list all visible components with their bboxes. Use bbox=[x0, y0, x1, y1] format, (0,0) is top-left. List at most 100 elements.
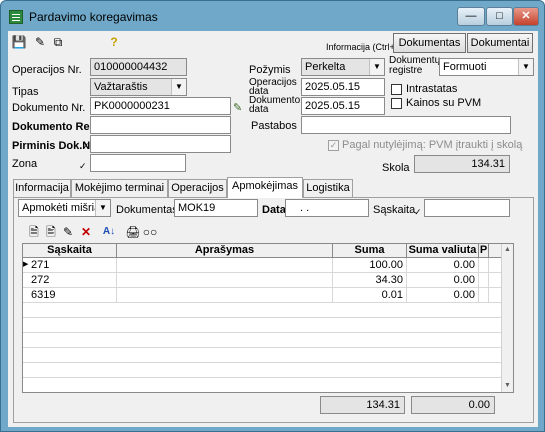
first-doc-field[interactable] bbox=[90, 135, 231, 153]
check-mark-icon: ✓ bbox=[82, 141, 90, 151]
vat-note-label: Pagal nutylėjimą: PVM įtraukti į skolą bbox=[342, 139, 523, 151]
document-button[interactable]: Dokumentas bbox=[393, 33, 466, 53]
registry-select[interactable]: Formuoti ▼ bbox=[439, 58, 534, 76]
feature-label: Požymis bbox=[249, 64, 291, 76]
registry-label: Dokumentų registre bbox=[389, 55, 441, 76]
pencil-icon[interactable]: ✎ bbox=[233, 101, 242, 114]
operation-nr-field: 010000004432 bbox=[90, 58, 187, 76]
prices-vat-label: Kainos su PVM bbox=[406, 97, 482, 109]
tab-operacijos[interactable]: Operacijos bbox=[168, 179, 227, 197]
payment-mode-value: Apmokėti mišriai bbox=[22, 202, 103, 214]
cell-amount[interactable]: 100.00 bbox=[333, 258, 407, 273]
binoculars-icon[interactable]: ○○ bbox=[142, 224, 158, 240]
app-icon bbox=[9, 10, 23, 24]
zone-field[interactable] bbox=[90, 154, 186, 172]
payment-date-label: Data bbox=[262, 204, 286, 216]
scroll-up-icon[interactable]: ▲ bbox=[502, 244, 513, 256]
table-row[interactable]: 6319 0.01 0.00 bbox=[23, 288, 503, 303]
delete-icon[interactable]: ✕ bbox=[78, 224, 94, 240]
payment-document-label: Dokumentas bbox=[116, 204, 178, 216]
chevron-down-icon: ▼ bbox=[171, 79, 186, 95]
cell-description[interactable] bbox=[117, 273, 333, 288]
total-currency-field: 0.00 bbox=[411, 396, 495, 414]
help-icon[interactable]: ? bbox=[106, 34, 122, 50]
payment-account-field[interactable] bbox=[424, 199, 510, 217]
edit-document-icon[interactable]: 🖹 bbox=[43, 224, 59, 240]
col-amount-currency[interactable]: Suma valiuta bbox=[407, 244, 479, 258]
check-mark-icon: ✓ bbox=[79, 161, 87, 171]
cell-amount[interactable]: 34.30 bbox=[333, 273, 407, 288]
documents-button[interactable]: Dokumentai bbox=[467, 33, 533, 53]
col-amount[interactable]: Suma bbox=[333, 244, 407, 258]
payment-date-field[interactable]: . . bbox=[285, 199, 369, 217]
debt-field: 134.31 bbox=[414, 155, 510, 173]
cell-account[interactable]: 6319 bbox=[23, 288, 117, 303]
cell-amount-currency[interactable]: 0.00 bbox=[407, 288, 479, 303]
grid-header: Sąskaita Aprašymas Suma Suma valiuta P bbox=[23, 244, 503, 258]
print-icon[interactable]: 🖨 bbox=[125, 224, 141, 240]
operation-nr-label: Operacijos Nr. bbox=[12, 64, 82, 76]
type-value: Važtaraštis bbox=[94, 81, 148, 93]
cell-account[interactable]: 272 bbox=[23, 273, 117, 288]
payment-grid[interactable]: Sąskaita Aprašymas Suma Suma valiuta P 2… bbox=[22, 243, 514, 393]
table-row-empty bbox=[23, 348, 503, 363]
type-label: Tipas bbox=[12, 86, 39, 98]
minimize-button[interactable]: — bbox=[457, 7, 485, 26]
doc-nr-field[interactable]: PK0000000231 bbox=[90, 97, 231, 115]
table-row-empty bbox=[23, 318, 503, 333]
zone-label: Zona bbox=[12, 158, 38, 170]
op-date-field[interactable]: 2025.05.15 bbox=[301, 78, 385, 96]
payment-mode-select[interactable]: Apmokėti mišriai ▼ bbox=[18, 199, 111, 217]
cell-p[interactable] bbox=[479, 258, 489, 273]
dialog-body: 💾 ✎ ⧉ ? Informacija (Ctrl+ Dokumentas Do… bbox=[8, 31, 538, 427]
copy-icon[interactable]: ⧉ bbox=[50, 34, 66, 50]
doc-reg-label: Dokumento Reg. bbox=[12, 121, 100, 133]
chevron-down-icon: ▼ bbox=[95, 200, 110, 216]
info-label: Informacija (Ctrl+ bbox=[326, 42, 395, 52]
sort-icon[interactable]: A↓ bbox=[101, 224, 117, 240]
debt-label: Skola bbox=[382, 162, 410, 174]
intrastat-checkbox[interactable] bbox=[391, 84, 402, 95]
edit-record-icon[interactable]: ✎ bbox=[32, 34, 48, 50]
close-button[interactable]: ✕ bbox=[513, 7, 539, 26]
scroll-down-icon[interactable]: ▼ bbox=[502, 380, 513, 392]
prices-vat-checkbox[interactable] bbox=[391, 98, 402, 109]
chevron-down-icon: ▼ bbox=[518, 59, 533, 75]
window: Pardavimo koregavimas — □ ✕ 💾 ✎ ⧉ ? Info… bbox=[0, 0, 545, 432]
feature-value: Perkelta bbox=[305, 61, 346, 73]
total-amount-field: 134.31 bbox=[320, 396, 405, 414]
edit-row-icon[interactable]: ✎ bbox=[60, 224, 76, 240]
maximize-button[interactable]: □ bbox=[486, 7, 513, 26]
save-icon[interactable]: 💾 bbox=[11, 34, 27, 50]
new-document-icon[interactable]: 🗎 bbox=[26, 224, 42, 240]
col-description[interactable]: Aprašymas bbox=[117, 244, 333, 258]
payment-document-field[interactable]: MOK19 bbox=[174, 199, 258, 217]
registry-value: Formuoti bbox=[443, 61, 487, 73]
doc-date-field[interactable]: 2025.05.15 bbox=[301, 97, 385, 115]
cell-amount[interactable]: 0.01 bbox=[333, 288, 407, 303]
chevron-down-icon: ▼ bbox=[369, 59, 384, 75]
col-p[interactable]: P bbox=[479, 244, 489, 258]
doc-date-label: Dokumento data bbox=[249, 95, 301, 115]
doc-reg-field[interactable] bbox=[90, 116, 231, 134]
cell-description[interactable] bbox=[117, 258, 333, 273]
table-row-empty bbox=[23, 333, 503, 348]
feature-select[interactable]: Perkelta ▼ bbox=[301, 58, 385, 76]
col-account[interactable]: Sąskaita bbox=[23, 244, 117, 258]
table-row[interactable]: 271 100.00 0.00 ▶ bbox=[23, 258, 503, 273]
tab-apmokejimas[interactable]: Apmokėjimas bbox=[227, 177, 303, 198]
cell-account[interactable]: 271 bbox=[23, 258, 117, 273]
table-row[interactable]: 272 34.30 0.00 bbox=[23, 273, 503, 288]
grid-scrollbar[interactable]: ▲ ▼ bbox=[501, 244, 513, 392]
cell-p[interactable] bbox=[479, 288, 489, 303]
cell-p[interactable] bbox=[479, 273, 489, 288]
notes-field[interactable] bbox=[301, 116, 511, 134]
tab-informacija[interactable]: Informacija bbox=[13, 179, 71, 197]
tab-logistika[interactable]: Logistika bbox=[303, 179, 353, 197]
cell-amount-currency[interactable]: 0.00 bbox=[407, 273, 479, 288]
cell-description[interactable] bbox=[117, 288, 333, 303]
tab-mokejimo-terminai[interactable]: Mokėjimo terminai bbox=[71, 179, 168, 197]
cell-amount-currency[interactable]: 0.00 bbox=[407, 258, 479, 273]
op-date-label: Operacijos data bbox=[249, 77, 297, 97]
type-select[interactable]: Važtaraštis ▼ bbox=[90, 78, 187, 96]
